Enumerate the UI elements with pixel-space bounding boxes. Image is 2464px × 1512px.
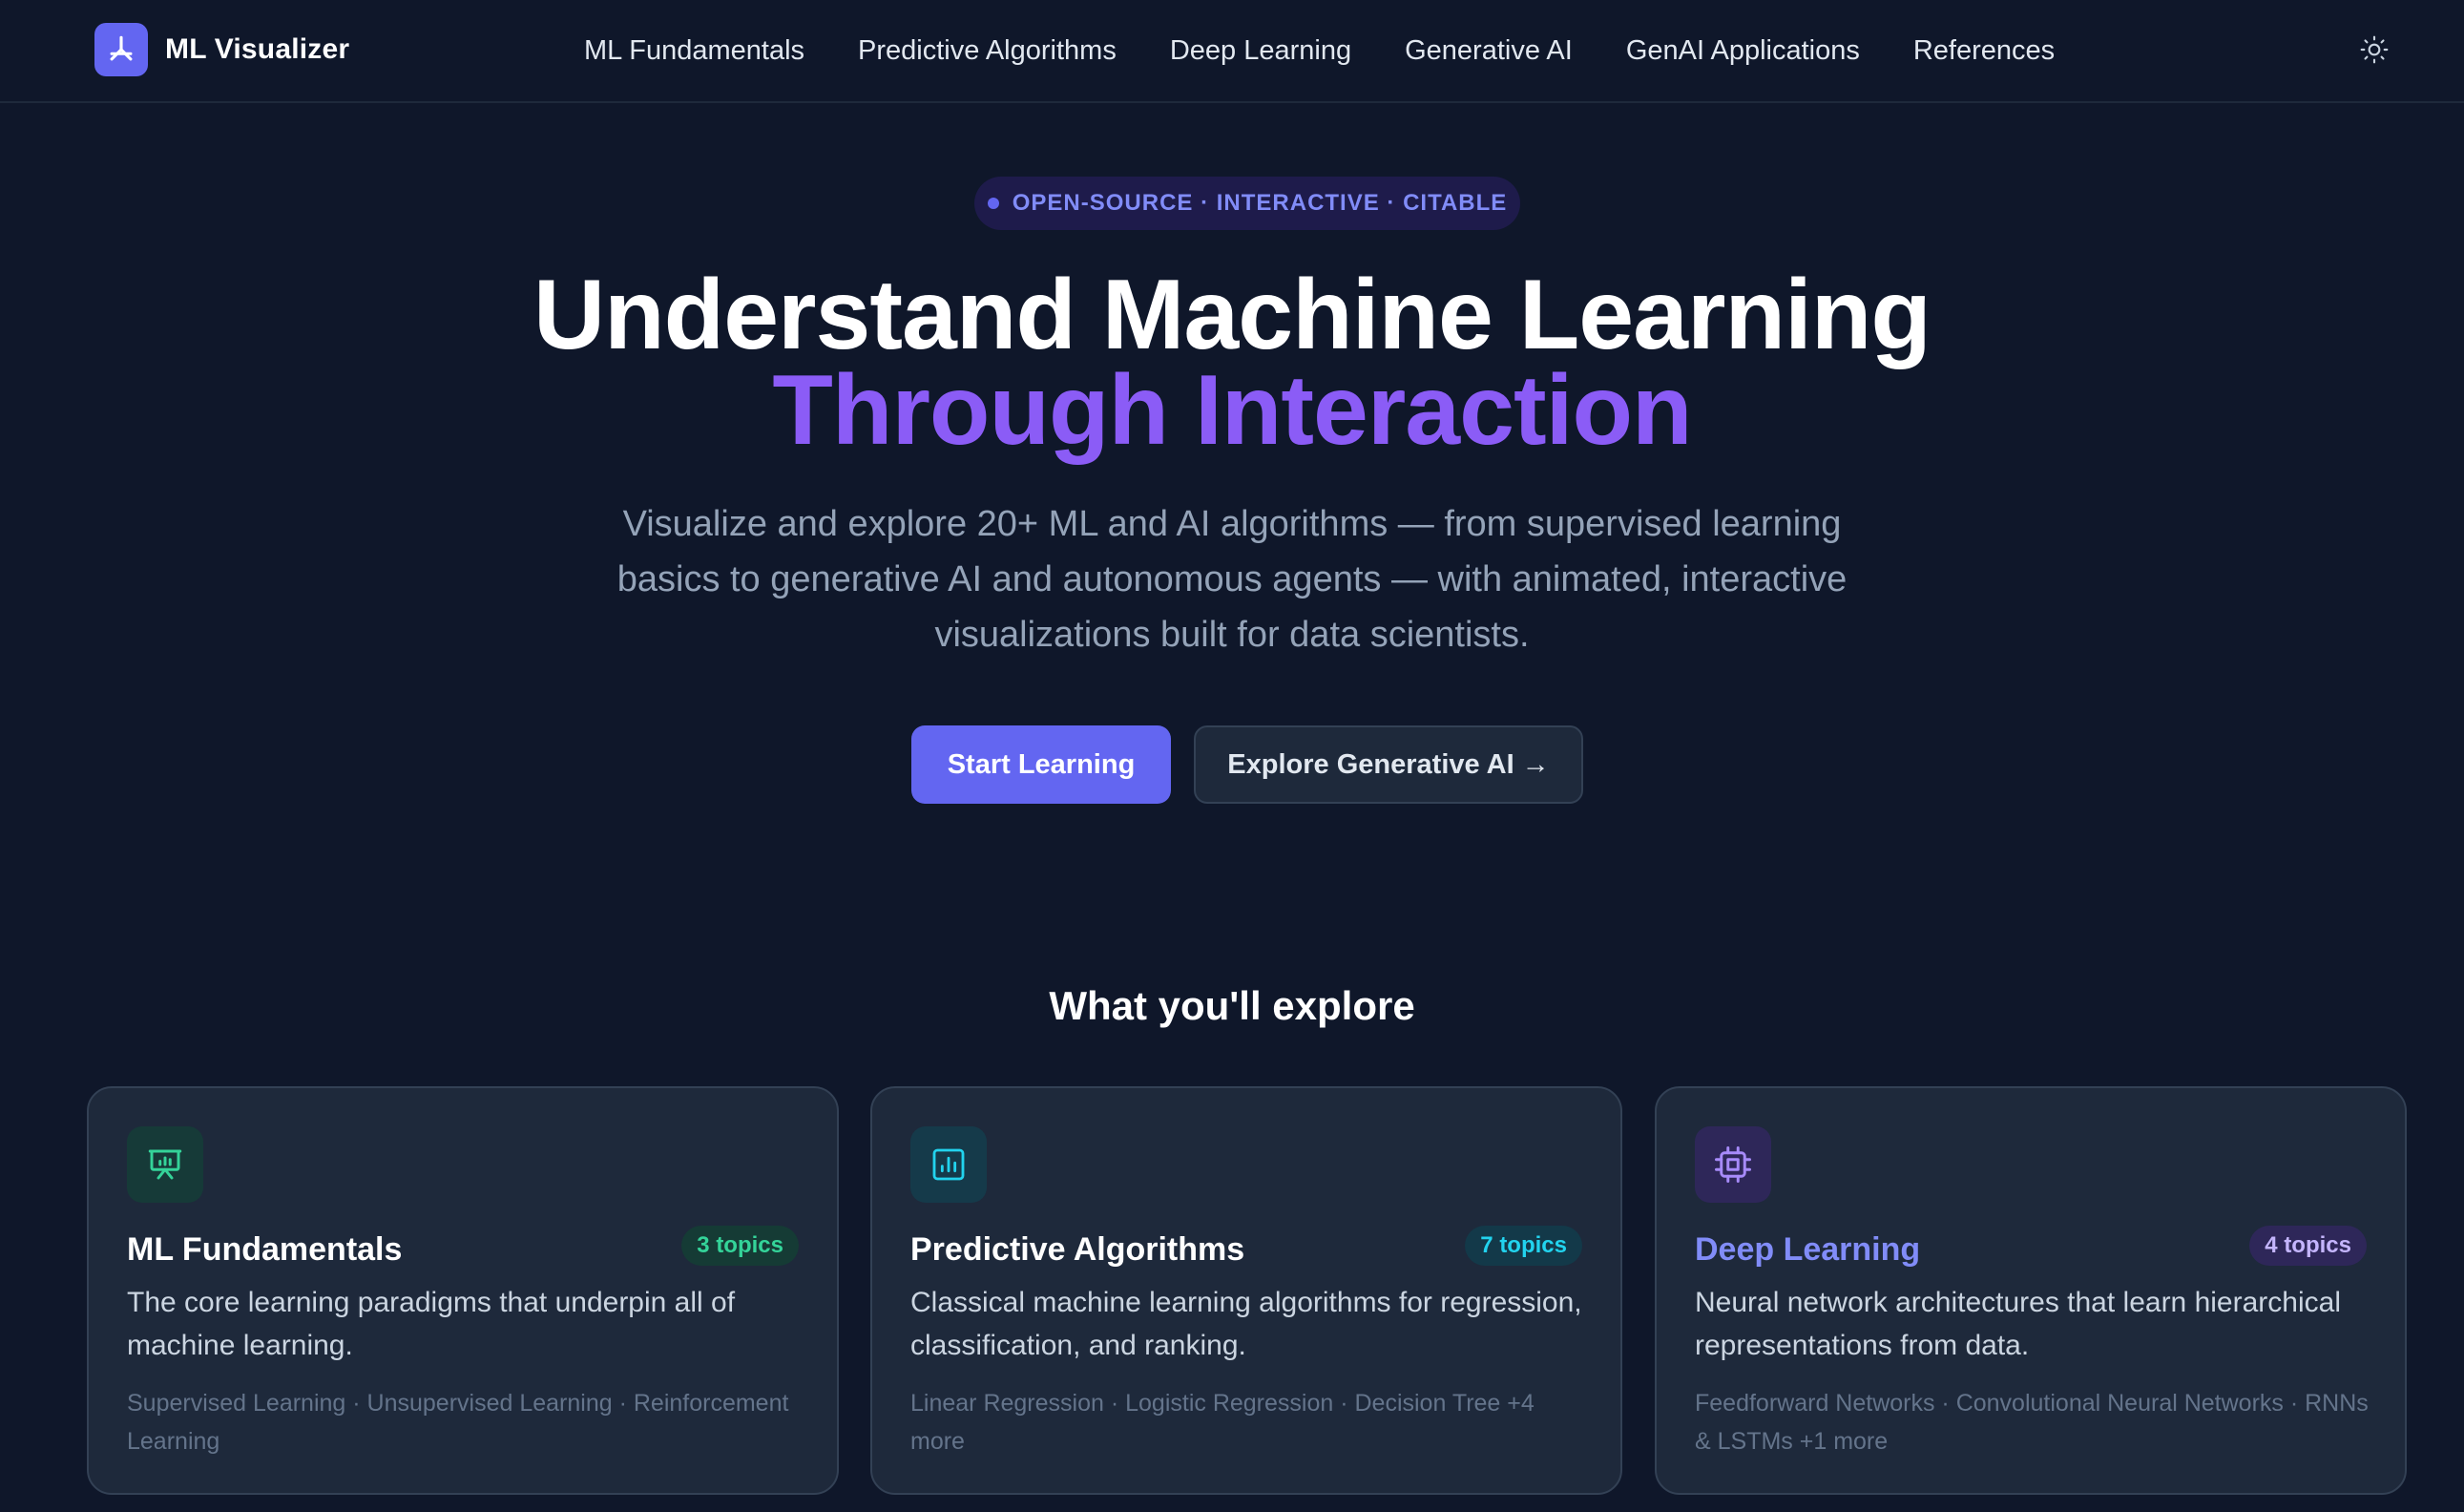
card-topics: Supervised Learning · Unsupervised Learn… <box>127 1390 789 1455</box>
nav-links: ML Fundamentals Predictive Algorithms De… <box>584 29 2055 73</box>
hero-title-line2: Through Interaction <box>772 355 1692 466</box>
card-title: Deep Learning <box>1695 1231 1921 1268</box>
section-title: What you'll explore <box>1049 983 1415 1028</box>
card-ml-fundamentals[interactable]: ML Fundamentals 3 topics The core learni… <box>87 1086 839 1495</box>
explore-generative-ai-button[interactable]: Explore Generative AI → <box>1194 725 1583 804</box>
hero-badge: OPEN-SOURCE · INTERACTIVE · CITABLE <box>974 177 1520 230</box>
topics-badge: 7 topics <box>1465 1226 1582 1266</box>
card-topics: Linear Regression · Logistic Regression … <box>910 1390 1535 1455</box>
hero-title-line1: Understand Machine Learning <box>533 260 1932 370</box>
card-description: The core learning paradigms that underpi… <box>127 1287 736 1361</box>
hero-title: Understand Machine Learning Through Inte… <box>0 265 2464 466</box>
card-topics: Feedforward Networks · Convolutional Neu… <box>1695 1390 2369 1455</box>
card-title: ML Fundamentals <box>127 1231 403 1268</box>
top-navigation: ML Visualizer ML Fundamentals Predictive… <box>0 0 2464 103</box>
card-title: Predictive Algorithms <box>910 1231 1245 1268</box>
bar-chart-icon <box>910 1126 987 1203</box>
card-deep-learning[interactable]: Deep Learning 4 topics Neural network ar… <box>1655 1086 2407 1495</box>
nav-link-predictive-algorithms[interactable]: Predictive Algorithms <box>858 35 1117 67</box>
brand-name: ML Visualizer <box>165 33 350 65</box>
cpu-chip-icon <box>1695 1126 1771 1203</box>
nav-link-genai-applications[interactable]: GenAI Applications <box>1626 35 1860 67</box>
start-learning-button[interactable]: Start Learning <box>911 725 1171 804</box>
badge-dot <box>987 198 999 209</box>
nav-link-generative-ai[interactable]: Generative AI <box>1405 35 1573 67</box>
model-icon <box>94 23 148 76</box>
topics-badge: 3 topics <box>681 1226 799 1266</box>
nav-link-ml-fundamentals[interactable]: ML Fundamentals <box>584 35 804 67</box>
card-description: Neural network architectures that learn … <box>1695 1287 2341 1361</box>
topics-badge: 4 topics <box>2249 1226 2367 1266</box>
presentation-chart-icon <box>127 1126 203 1203</box>
brand[interactable]: ML Visualizer <box>94 23 349 76</box>
hero-subtitle: Visualize and explore 20+ ML and AI algo… <box>616 504 1848 655</box>
theme-toggle-button[interactable] <box>2355 31 2393 69</box>
card-description: Classical machine learning algorithms fo… <box>910 1287 1582 1361</box>
hero-badge-text: OPEN-SOURCE · INTERACTIVE · CITABLE <box>1012 190 1508 216</box>
sun-icon <box>2360 35 2389 64</box>
nav-link-deep-learning[interactable]: Deep Learning <box>1170 35 1351 67</box>
card-predictive-algorithms[interactable]: Predictive Algorithms 7 topics Classical… <box>870 1086 1622 1495</box>
nav-link-references[interactable]: References <box>1913 35 2055 67</box>
